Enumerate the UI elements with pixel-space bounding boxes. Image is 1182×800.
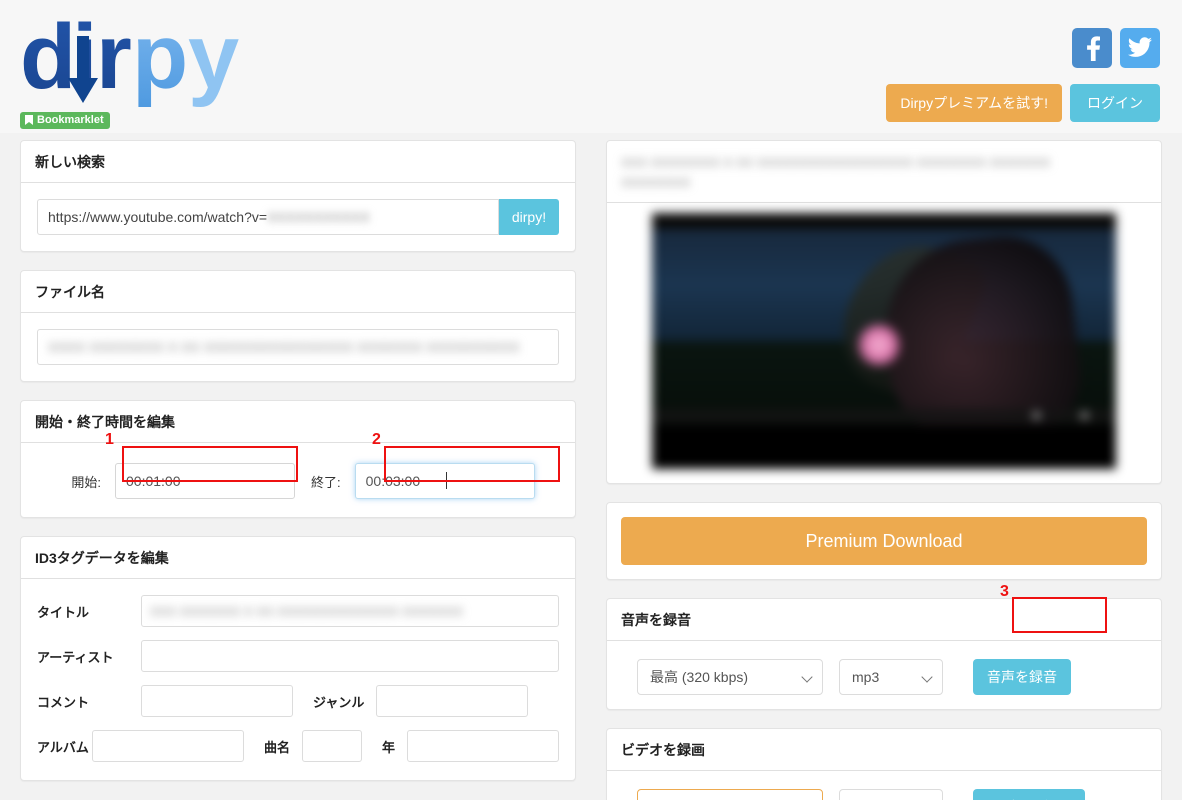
dirpy-submit-button[interactable]: dirpy! bbox=[499, 199, 559, 235]
annotation-number-1: 1 bbox=[105, 431, 114, 448]
twitter-button[interactable] bbox=[1120, 28, 1160, 68]
audio-quality-wrap: 最高 (320 kbps) bbox=[637, 659, 823, 695]
premium-download-panel: Premium Download bbox=[606, 502, 1162, 580]
text-cursor bbox=[445, 472, 447, 489]
filename-body: XXXX XXXXXXXX X XX XXXXXXXXXXXXXXXX XXXX… bbox=[21, 313, 575, 381]
trim-row: 開始: 終了: bbox=[37, 459, 559, 501]
video-preview-panel: XXX XXXXXXXX X XX XXXXXXXXXXXXXXXXXX XXX… bbox=[606, 140, 1162, 484]
audio-record-title: 音声を録音 bbox=[607, 599, 1161, 641]
login-button[interactable]: ログイン bbox=[1070, 84, 1160, 122]
id3-track-label: 曲名 bbox=[263, 739, 290, 755]
filename-value: XXXX XXXXXXXX X XX XXXXXXXXXXXXXXXX XXXX… bbox=[48, 339, 520, 355]
social-links bbox=[1072, 28, 1160, 68]
svg-text:p: p bbox=[132, 10, 188, 108]
id3-body: タイトル XXX XXXXXXX X XX XXXXXXXXXXXXXX XXX… bbox=[21, 579, 575, 780]
video-resolution-select[interactable]: 1920x1080* bbox=[637, 789, 823, 800]
audio-record-panel: 音声を録音 最高 (320 kbps) mp3 音声を録音 bbox=[606, 598, 1162, 710]
annotation-number-3: 3 bbox=[1000, 583, 1009, 600]
id3-artist-input[interactable] bbox=[141, 640, 559, 672]
id3-album-row: アルバム 曲名 年 bbox=[37, 730, 559, 762]
audio-controls-row: 最高 (320 kbps) mp3 音声を録音 bbox=[623, 655, 1145, 695]
svg-text:y: y bbox=[188, 10, 239, 108]
left-column: 新しい検索 https://www.youtube.com/watch?v= XX… bbox=[20, 140, 576, 799]
video-record-title: ビデオを録画 bbox=[607, 729, 1161, 771]
annotation-number-2: 2 bbox=[372, 431, 381, 448]
header-action-buttons: Dirpyプレミアムを試す! ログイン bbox=[886, 84, 1160, 122]
new-search-body: https://www.youtube.com/watch?v= XXXXXXXX… bbox=[21, 183, 575, 251]
video-title-line2: XXXXXXXX bbox=[621, 174, 691, 190]
bookmarklet-label: Bookmarklet bbox=[37, 113, 104, 126]
id3-album-label: アルバム bbox=[37, 739, 89, 755]
filename-input[interactable]: XXXX XXXXXXXX X XX XXXXXXXXXXXXXXXX XXXX… bbox=[37, 329, 559, 365]
id3-title: ID3タグデータを編集 bbox=[21, 537, 575, 579]
url-input-value: https://www.youtube.com/watch?v= bbox=[48, 209, 268, 225]
record-video-button[interactable]: ビデオを録画 bbox=[973, 789, 1085, 800]
end-time-input[interactable] bbox=[354, 463, 535, 499]
svg-text:r: r bbox=[96, 10, 132, 108]
video-record-body: 1920x1080* mp4 ビデオを録画 字幕を埋め込む* bbox=[607, 771, 1161, 800]
premium-download-wrap: Premium Download bbox=[607, 503, 1161, 579]
video-controls-row: 1920x1080* mp4 ビデオを録画 bbox=[623, 785, 1145, 800]
id3-comment-label: コメント bbox=[37, 694, 90, 710]
trim-panel: 開始・終了時間を編集 開始: 終了: bbox=[20, 400, 576, 518]
player-control-dot bbox=[1080, 411, 1089, 420]
id3-title-label: タイトル bbox=[37, 604, 90, 620]
id3-panel: ID3タグデータを編集 タイトル XXX XXXXXXX X XX XXXXXX… bbox=[20, 536, 576, 781]
facebook-icon bbox=[1087, 36, 1100, 61]
thumbnail-player-controls bbox=[652, 409, 1116, 423]
id3-artist-row: アーティスト bbox=[37, 640, 559, 672]
video-title: XXX XXXXXXXX X XX XXXXXXXXXXXXXXXXXX XXX… bbox=[607, 141, 1161, 203]
start-time-label: 開始: bbox=[71, 474, 101, 490]
player-control-dot bbox=[1032, 411, 1041, 420]
video-thumbnail-wrap bbox=[607, 203, 1161, 483]
video-record-panel: ビデオを録画 1920x1080* mp4 ビデオを録画 bbox=[606, 728, 1162, 800]
id3-artist-label: アーティスト bbox=[37, 649, 114, 665]
audio-format-select[interactable]: mp3 bbox=[839, 659, 943, 695]
audio-format-wrap: mp3 bbox=[839, 659, 943, 695]
video-format-wrap: mp4 bbox=[839, 789, 943, 800]
filename-title: ファイル名 bbox=[21, 271, 575, 313]
thumbnail-bottom-bar bbox=[652, 425, 1116, 469]
try-premium-button[interactable]: Dirpyプレミアムを試す! bbox=[886, 84, 1062, 122]
url-input-blurred-id: XXXXXXXXXXX bbox=[267, 209, 370, 225]
end-time-label: 終了: bbox=[311, 474, 341, 490]
id3-year-input[interactable] bbox=[407, 730, 559, 762]
site-header: d i r p y Bookmarklet bbox=[0, 0, 1182, 133]
audio-quality-select[interactable]: 最高 (320 kbps) bbox=[637, 659, 823, 695]
facebook-button[interactable] bbox=[1072, 28, 1112, 68]
url-input-group: https://www.youtube.com/watch?v= XXXXXXXX… bbox=[37, 199, 559, 235]
video-format-select[interactable]: mp4 bbox=[839, 789, 943, 800]
id3-year-label: 年 bbox=[381, 739, 395, 755]
id3-genre-label: ジャンル bbox=[313, 694, 365, 710]
twitter-icon bbox=[1128, 37, 1152, 57]
id3-track-input[interactable] bbox=[301, 730, 362, 762]
bookmarklet-badge[interactable]: Bookmarklet bbox=[20, 112, 110, 129]
audio-record-body: 最高 (320 kbps) mp3 音声を録音 bbox=[607, 641, 1161, 709]
page-root: d i r p y Bookmarklet bbox=[0, 0, 1182, 800]
right-column: XXX XXXXXXXX X XX XXXXXXXXXXXXXXXXXX XXX… bbox=[606, 140, 1162, 800]
svg-text:d: d bbox=[20, 10, 76, 108]
id3-genre-input[interactable] bbox=[376, 685, 529, 717]
new-search-panel: 新しい検索 https://www.youtube.com/watch?v= XX… bbox=[20, 140, 576, 252]
trim-body: 開始: 終了: bbox=[21, 443, 575, 517]
url-input[interactable]: https://www.youtube.com/watch?v= XXXXXXXX… bbox=[37, 199, 499, 235]
bookmark-icon bbox=[25, 115, 33, 125]
id3-album-input[interactable] bbox=[91, 730, 244, 762]
thumbnail-glow bbox=[857, 323, 901, 367]
video-title-line1: XXX XXXXXXXX X XX XXXXXXXXXXXXXXXXXX XXX… bbox=[621, 155, 1051, 170]
filename-panel: ファイル名 XXXX XXXXXXXX X XX XXXXXXXXXXXXXXX… bbox=[20, 270, 576, 382]
record-audio-button[interactable]: 音声を録音 bbox=[973, 659, 1071, 695]
premium-download-button[interactable]: Premium Download bbox=[621, 517, 1147, 565]
video-thumbnail[interactable] bbox=[652, 213, 1116, 469]
start-time-input[interactable] bbox=[115, 463, 295, 499]
video-resolution-wrap: 1920x1080* bbox=[637, 789, 823, 800]
id3-title-row: タイトル XXX XXXXXXX X XX XXXXXXXXXXXXXX XXX… bbox=[37, 595, 559, 627]
dirpy-logo-icon: d i r p y bbox=[20, 10, 239, 108]
id3-comment-row: コメント ジャンル bbox=[37, 685, 559, 717]
id3-title-input[interactable]: XXX XXXXXXX X XX XXXXXXXXXXXXXX XXXXXXX bbox=[141, 595, 559, 627]
id3-title-value: XXX XXXXXXX X XX XXXXXXXXXXXXXX XXXXXXX bbox=[150, 603, 463, 619]
thumbnail-top-bar bbox=[652, 213, 1116, 229]
id3-comment-input[interactable] bbox=[141, 685, 293, 717]
new-search-title: 新しい検索 bbox=[21, 141, 575, 183]
